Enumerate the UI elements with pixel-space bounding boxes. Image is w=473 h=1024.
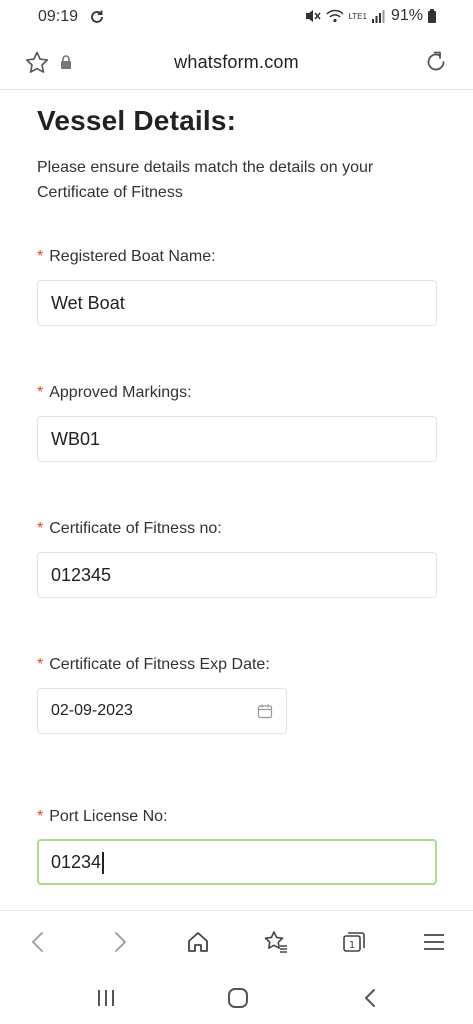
registered-boat-name-input[interactable]: Wet Boat xyxy=(37,280,437,326)
status-bar: 09:19 LTE1 91% xyxy=(0,0,473,36)
browser-bottom-nav: 1 xyxy=(0,910,473,972)
wifi-icon xyxy=(326,9,344,23)
text-cursor xyxy=(102,852,105,875)
calendar-icon[interactable] xyxy=(257,703,273,719)
battery-icon xyxy=(428,9,436,23)
recent-apps-icon[interactable] xyxy=(94,986,118,1010)
tabs-icon[interactable]: 1 xyxy=(341,929,367,955)
page-title: Vessel Details: xyxy=(37,105,237,136)
field-label-text: Registered Boat Name: xyxy=(49,248,216,265)
signal-icon xyxy=(371,10,385,23)
input-value: 01234 xyxy=(51,852,102,872)
certificate-exp-date-label: * Certificate of Fitness Exp Date: xyxy=(37,656,270,674)
required-mark: * xyxy=(37,656,44,673)
sync-icon xyxy=(91,10,103,23)
certificate-of-fitness-no-input[interactable]: 012345 xyxy=(37,552,437,598)
required-mark: * xyxy=(37,808,44,825)
required-mark: * xyxy=(37,248,44,265)
approved-markings-input[interactable]: WB01 xyxy=(37,416,437,462)
mute-icon xyxy=(306,10,322,22)
certificate-exp-date-input[interactable]: 02-09-2023 xyxy=(37,688,287,734)
field-label-text: Certificate of Fitness Exp Date: xyxy=(49,656,270,673)
browser-address-bar: whatsform.com xyxy=(0,36,473,90)
network-label: LTE1 xyxy=(348,11,367,21)
registered-boat-name-label: * Registered Boat Name: xyxy=(37,248,216,266)
field-label-text: Port License No: xyxy=(49,808,168,825)
url-text[interactable]: whatsform.com xyxy=(0,52,473,73)
status-time: 09:19 xyxy=(38,8,79,25)
bookmarks-icon[interactable] xyxy=(263,929,289,955)
port-license-no-label: * Port License No: xyxy=(37,808,168,826)
field-label-text: Approved Markings: xyxy=(49,384,192,401)
forward-icon[interactable] xyxy=(106,929,132,955)
back-icon[interactable] xyxy=(26,929,52,955)
reload-icon[interactable] xyxy=(423,49,449,75)
form-content: Vessel Details: Please ensure details ma… xyxy=(0,90,473,910)
page-description: Please ensure details match the details … xyxy=(37,159,374,201)
date-value: 02-09-2023 xyxy=(51,702,133,719)
required-mark: * xyxy=(37,384,44,401)
tab-count: 1 xyxy=(349,940,355,951)
status-icons: LTE1 91% xyxy=(304,7,437,25)
system-nav-bar xyxy=(0,972,473,1024)
port-license-no-input[interactable]: 01234 xyxy=(37,839,437,885)
field-label-text: Certificate of Fitness no: xyxy=(49,520,222,537)
system-back-icon[interactable] xyxy=(359,986,383,1010)
home-button-icon[interactable] xyxy=(226,986,250,1010)
required-mark: * xyxy=(37,520,44,537)
home-icon[interactable] xyxy=(185,929,211,955)
menu-icon[interactable] xyxy=(421,929,447,955)
battery-percent: 91% xyxy=(390,7,423,24)
certificate-of-fitness-no-label: * Certificate of Fitness no: xyxy=(37,520,222,538)
approved-markings-label: * Approved Markings: xyxy=(37,384,192,402)
